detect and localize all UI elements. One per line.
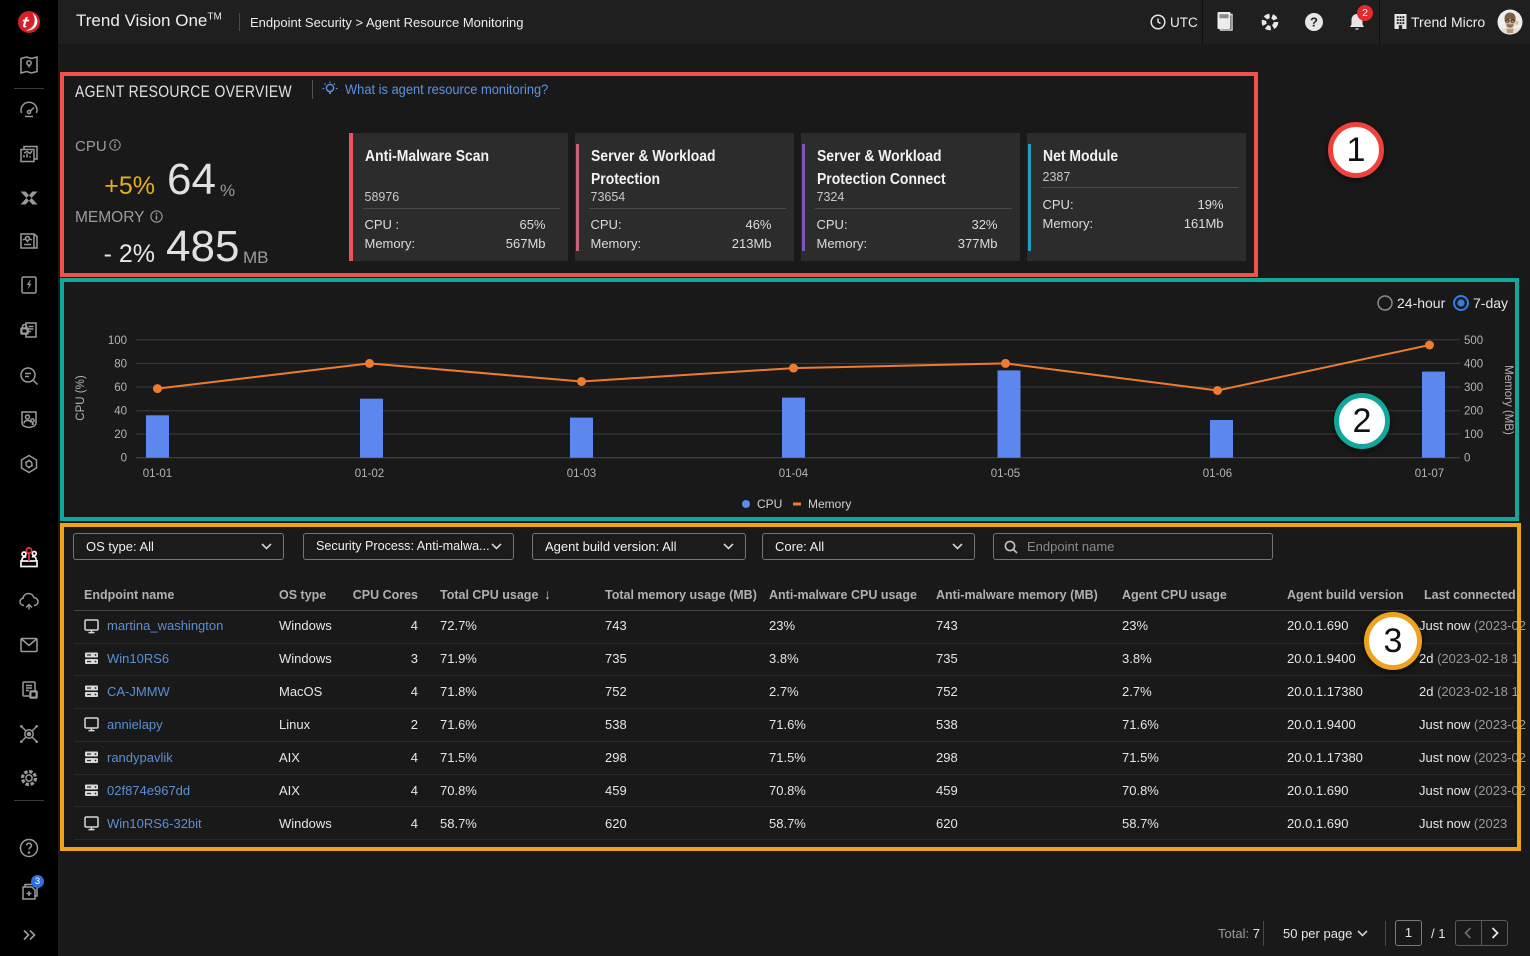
svg-text:60: 60 xyxy=(114,382,127,394)
svg-text:CPU (%): CPU (%) xyxy=(75,375,87,421)
svg-text:20: 20 xyxy=(114,429,127,441)
svg-text:01-07: 01-07 xyxy=(1415,468,1444,480)
svg-text:0: 0 xyxy=(121,453,127,465)
svg-text:?: ? xyxy=(1310,15,1318,30)
svg-text:40: 40 xyxy=(114,406,127,418)
svg-text:0: 0 xyxy=(1464,453,1470,465)
svg-text:100: 100 xyxy=(1464,429,1483,441)
svg-text:01-03: 01-03 xyxy=(567,468,596,480)
svg-text:200: 200 xyxy=(1464,406,1483,418)
svg-text:300: 300 xyxy=(1464,382,1483,394)
svg-text:Memory: Memory xyxy=(808,497,851,511)
svg-text:01-06: 01-06 xyxy=(1203,468,1232,480)
svg-text:400: 400 xyxy=(1464,358,1483,370)
svg-text:500: 500 xyxy=(1464,335,1483,347)
svg-text:CPU: CPU xyxy=(757,497,782,511)
svg-text:01-02: 01-02 xyxy=(355,468,384,480)
svg-text:01-04: 01-04 xyxy=(779,468,809,480)
svg-text:01-05: 01-05 xyxy=(991,468,1020,480)
svg-text:01-01: 01-01 xyxy=(143,468,172,480)
svg-text:80: 80 xyxy=(114,358,127,370)
svg-text:100: 100 xyxy=(108,335,127,347)
svg-text:Memory (MB): Memory (MB) xyxy=(1502,365,1514,435)
